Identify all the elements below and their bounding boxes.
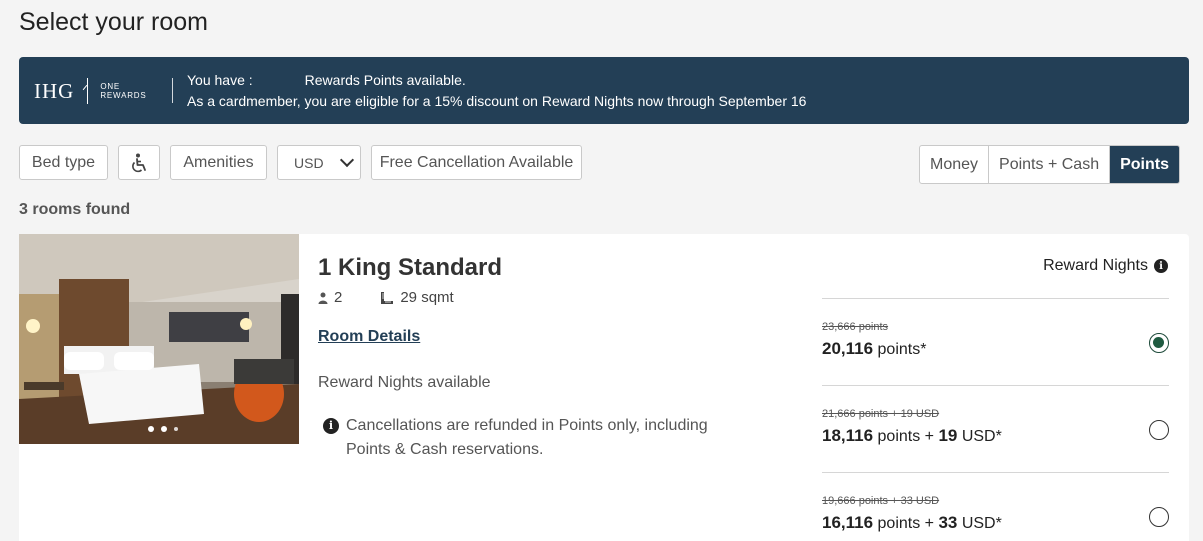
price-points: 18,116 [822, 426, 874, 445]
price-points-label: points + [877, 428, 934, 445]
pay-option-points-cash-label: Points + Cash [999, 155, 1100, 173]
accessibility-filter[interactable] [118, 145, 160, 180]
carousel-dot[interactable] [161, 426, 167, 432]
person-icon [318, 292, 328, 304]
points-balance-suffix: Rewards Points available. [304, 72, 466, 88]
room-size-value: 29 sqmt [400, 289, 454, 306]
currency-value: USD [294, 154, 324, 171]
original-price: 21,666 points + 19 USD [822, 408, 940, 420]
rate-option-points-cash[interactable]: 21,666 points + 19 USD 18,116 points + 1… [822, 385, 1169, 472]
carousel-dot-active[interactable] [148, 426, 154, 432]
price-points: 20,116 [822, 339, 874, 358]
cancellation-note: i Cancellations are refunded in Points o… [323, 414, 743, 462]
chevron-down-icon [339, 152, 355, 168]
pay-option-points-cash[interactable]: Points + Cash [989, 146, 1111, 183]
ihg-one-rewards-logo: IHG ONE REWARDS [34, 77, 147, 105]
rate-option-points[interactable]: 23,666 points 20,116 points* [822, 298, 1169, 385]
wheelchair-icon [132, 153, 146, 172]
rate-radio[interactable] [1149, 420, 1169, 440]
price-cash-label: USD* [961, 515, 1002, 532]
free-cancellation-filter[interactable]: Free Cancellation Available [371, 145, 582, 180]
banner-divider [172, 78, 173, 103]
reward-nights-available: Reward Nights available [318, 374, 491, 391]
points-balance-text: You have : Rewards Points available. [187, 72, 466, 88]
logo-subtext: ONE REWARDS [100, 82, 146, 100]
free-cancellation-label: Free Cancellation Available [379, 153, 574, 171]
price-points-label: points* [877, 341, 927, 358]
price-points: 16,116 [822, 513, 874, 532]
reward-nights-header: Reward Nights i [1043, 257, 1168, 275]
pay-option-money-label: Money [930, 155, 979, 173]
ruler-icon [381, 291, 394, 304]
amenities-filter[interactable]: Amenities [170, 145, 267, 180]
info-icon: i [323, 418, 339, 434]
price-cash: 33 [938, 513, 958, 532]
room-name: 1 King Standard [318, 254, 503, 281]
cancellation-note-text: Cancellations are refunded in Points onl… [346, 417, 708, 458]
amenities-label: Amenities [183, 153, 254, 171]
bed-type-filter[interactable]: Bed type [19, 145, 108, 180]
rewards-banner: IHG ONE REWARDS You have : Rewards Points… [19, 57, 1189, 124]
rate-radio[interactable] [1149, 507, 1169, 527]
currency-select[interactable]: USD [277, 145, 361, 180]
payment-type-toggle: Money Points + Cash Points [919, 145, 1180, 184]
room-photo [19, 234, 299, 444]
original-price: 19,666 points + 33 USD [822, 495, 940, 507]
discounted-price: 20,116 points* [822, 339, 926, 359]
room-details-link[interactable]: Room Details [318, 328, 420, 346]
guest-capacity: 2 [318, 289, 342, 306]
pay-option-points-label: Points [1120, 155, 1169, 173]
price-points-label: points + [877, 515, 934, 532]
room-card: 1 King Standard 2 29 sqmt Room Details R… [19, 234, 1189, 541]
guest-count: 2 [334, 289, 343, 306]
rate-option-points-cash[interactable]: 19,666 points + 33 USD 16,116 points + 3… [822, 472, 1169, 541]
points-balance-prefix: You have : [187, 72, 253, 88]
rate-radio-selected[interactable] [1149, 333, 1169, 353]
room-photo-carousel[interactable] [19, 234, 299, 444]
price-cash-label: USD* [961, 428, 1002, 445]
logo-text: IHG [34, 78, 75, 103]
reward-nights-header-label: Reward Nights [1043, 257, 1148, 274]
pay-option-money[interactable]: Money [920, 146, 990, 183]
original-price: 23,666 points [822, 321, 889, 333]
rooms-found-count: 3 rooms found [19, 201, 131, 218]
pay-option-points[interactable]: Points [1110, 146, 1179, 183]
discounted-price: 16,116 points + 33 USD* [822, 513, 1002, 533]
room-size: 29 sqmt [380, 289, 454, 306]
discounted-price: 18,116 points + 19 USD* [822, 426, 1002, 446]
ihg-mark-icon [80, 78, 94, 104]
room-meta: 2 29 sqmt [318, 289, 492, 306]
logo-sub-2: REWARDS [100, 91, 147, 100]
carousel-dots [148, 426, 178, 432]
logo-sub-1: ONE [100, 82, 121, 91]
cardmember-discount-text: As a cardmember, you are eligible for a … [187, 93, 807, 109]
info-icon[interactable]: i [1154, 259, 1168, 273]
price-cash: 19 [938, 426, 958, 445]
page-title: Select your room [19, 8, 208, 36]
bed-type-label: Bed type [31, 153, 96, 171]
carousel-dot[interactable] [174, 427, 178, 431]
